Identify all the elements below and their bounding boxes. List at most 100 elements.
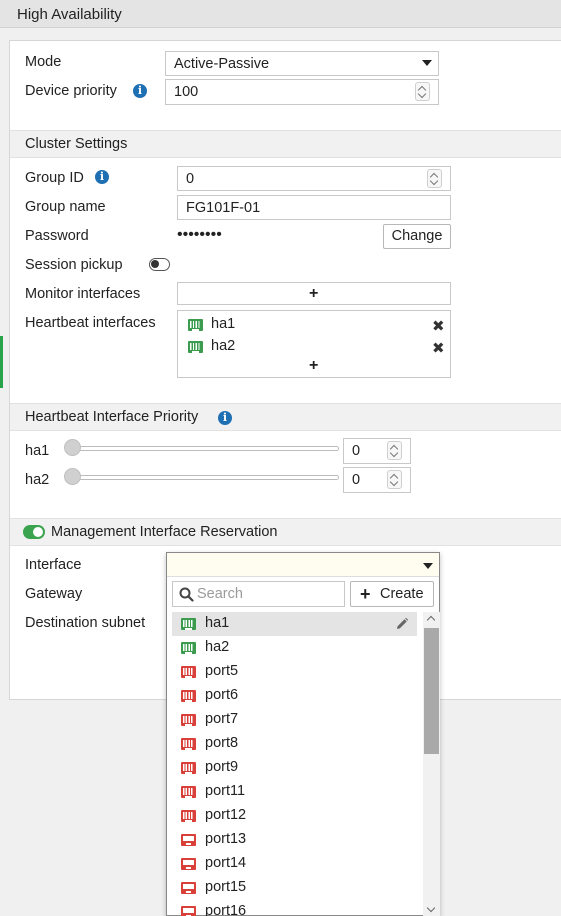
priority-input[interactable]: 0 [343, 467, 411, 493]
mgmt-reservation-title: Management Interface Reservation [51, 524, 278, 540]
priority-value: 0 [352, 472, 361, 488]
group-id-label: Group ID [25, 170, 84, 186]
list-item[interactable]: port5 [172, 660, 417, 684]
red-port-icon [181, 810, 196, 822]
device-priority-input[interactable]: 100 [165, 79, 439, 105]
group-id-input[interactable]: 0 [177, 166, 451, 191]
heartbeat-interface-item: ha1 ✖ [178, 314, 450, 336]
group-name-label: Group name [25, 199, 106, 215]
list-item[interactable]: port8 [172, 732, 417, 756]
mode-label: Mode [25, 54, 62, 70]
list-item[interactable]: port11 [172, 780, 417, 804]
chevron-down-icon [422, 60, 432, 66]
monitor-interfaces-label: Monitor interfaces [25, 286, 141, 302]
slider-handle[interactable] [64, 439, 81, 456]
mgmt-reservation-toggle[interactable] [23, 525, 45, 539]
heartbeat-priority-title: Heartbeat Interface Priority [25, 409, 199, 425]
group-name-input[interactable]: FG101F-01 [177, 195, 451, 220]
list-item-label: ha2 [205, 639, 230, 655]
gateway-label: Gateway [25, 586, 83, 602]
pencil-icon[interactable] [395, 617, 409, 631]
left-accent-bar [0, 336, 3, 388]
device-priority-value: 100 [174, 84, 199, 100]
interface-label: Interface [25, 557, 82, 573]
green-port-icon [181, 618, 196, 630]
heartbeat-interface-name: ha2 [211, 338, 236, 354]
info-icon[interactable]: i [95, 170, 109, 184]
session-pickup-label: Session pickup [25, 257, 123, 273]
search-icon [179, 587, 194, 602]
list-item-label: port15 [205, 879, 247, 895]
list-item-label: port14 [205, 855, 247, 871]
list-item[interactable]: port13 [172, 828, 417, 852]
priority-slider[interactable] [66, 446, 339, 451]
list-item[interactable]: port6 [172, 684, 417, 708]
info-icon[interactable]: i [133, 84, 147, 98]
change-password-button[interactable]: Change [383, 224, 451, 249]
red-port-icon [181, 738, 196, 750]
password-mask: •••••••• [177, 226, 222, 243]
spinner-icon[interactable] [427, 169, 442, 188]
chevron-down-icon [423, 563, 433, 569]
red-sfp-port-icon [181, 882, 196, 894]
interface-dropdown[interactable]: Search + Create ha1 ha2 port5 port6 port… [166, 552, 440, 916]
search-placeholder: Search [197, 586, 243, 602]
list-item-label: port5 [205, 663, 239, 679]
session-pickup-toggle[interactable] [149, 258, 170, 271]
list-item[interactable]: ha2 [172, 636, 417, 660]
red-sfp-port-icon [181, 834, 196, 846]
group-id-value: 0 [186, 171, 195, 187]
slider-handle[interactable] [64, 468, 81, 485]
list-item[interactable]: port7 [172, 708, 417, 732]
cluster-settings-title: Cluster Settings [25, 136, 128, 152]
spinner-icon[interactable] [415, 82, 430, 101]
heartbeat-interfaces-field[interactable]: ha1 ✖ ha2 ✖ + [177, 310, 451, 378]
scroll-down-icon[interactable] [426, 903, 436, 913]
scroll-thumb[interactable] [424, 628, 439, 754]
search-input[interactable]: Search [172, 581, 345, 607]
priority-value: 0 [352, 443, 361, 459]
remove-icon[interactable]: ✖ [432, 341, 445, 356]
list-item[interactable]: port9 [172, 756, 417, 780]
interface-select[interactable] [167, 553, 439, 577]
plus-icon: + [360, 584, 371, 604]
list-item[interactable]: ha1 [172, 612, 417, 636]
heartbeat-interfaces-label: Heartbeat interfaces [25, 315, 156, 331]
list-item-label: port16 [205, 903, 247, 916]
list-item[interactable]: port16 [172, 900, 417, 916]
list-item[interactable]: port14 [172, 852, 417, 876]
add-icon[interactable]: + [309, 358, 318, 374]
red-sfp-port-icon [181, 906, 196, 916]
priority-input[interactable]: 0 [343, 438, 411, 464]
create-label: Create [380, 586, 424, 602]
list-item-label: port13 [205, 831, 247, 847]
green-port-icon [181, 642, 196, 654]
list-item[interactable]: port15 [172, 876, 417, 900]
spinner-icon[interactable] [387, 470, 402, 489]
list-item-label: port9 [205, 759, 239, 775]
red-port-icon [181, 666, 196, 678]
info-icon[interactable]: i [218, 411, 232, 425]
device-priority-label: Device priority [25, 83, 117, 99]
list-item-label: ha1 [205, 615, 230, 631]
scroll-up-icon[interactable] [426, 615, 436, 625]
green-port-icon [188, 341, 203, 353]
list-item[interactable]: port12 [172, 804, 417, 828]
heartbeat-interface-name: ha1 [211, 316, 236, 332]
create-button[interactable]: + Create [350, 581, 434, 607]
destination-subnet-label: Destination subnet [25, 615, 146, 631]
red-port-icon [181, 762, 196, 774]
spinner-icon[interactable] [387, 441, 402, 460]
mode-select[interactable]: Active-Passive [165, 51, 439, 76]
group-name-value: FG101F-01 [186, 200, 261, 216]
monitor-interfaces-field[interactable]: + [177, 282, 451, 305]
priority-row-label: ha2 [25, 472, 50, 488]
dropdown-scrollbar[interactable] [423, 612, 440, 916]
list-item-label: port8 [205, 735, 239, 751]
red-port-icon [181, 786, 196, 798]
red-port-icon [181, 690, 196, 702]
remove-icon[interactable]: ✖ [432, 319, 445, 334]
add-icon[interactable]: + [309, 286, 318, 302]
list-item-label: port6 [205, 687, 239, 703]
priority-slider[interactable] [66, 475, 339, 480]
